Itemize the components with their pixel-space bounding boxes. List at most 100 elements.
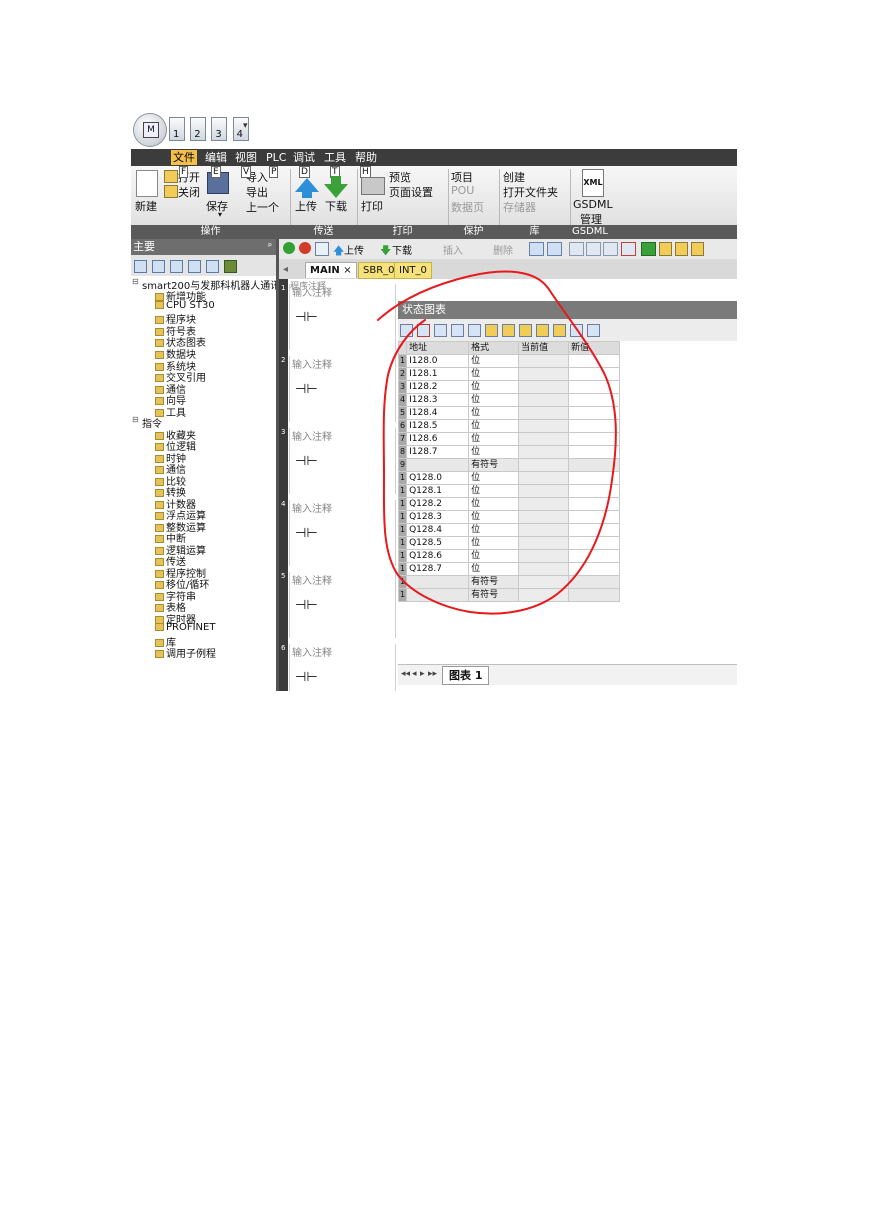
cell-format[interactable]: 位	[468, 393, 520, 407]
cell-new-value[interactable]	[568, 432, 621, 446]
network-5[interactable]: 5 输入注释 ⊣⊢	[281, 572, 396, 638]
cell-format[interactable]: 位	[468, 419, 520, 433]
cell-new-value[interactable]	[568, 549, 621, 563]
unforce-icon[interactable]	[553, 324, 566, 337]
cell-format[interactable]: 位	[468, 432, 520, 446]
cell-address[interactable]	[406, 575, 470, 589]
cell-format[interactable]: 有符号	[468, 458, 520, 472]
toolbar-network2-icon[interactable]	[547, 242, 562, 256]
table-row[interactable]: 8 I128.7 位	[397, 445, 621, 459]
add-icon[interactable]	[400, 324, 413, 337]
next-sheet-icon[interactable]: ▸	[420, 669, 425, 679]
table-row[interactable]: 6 I128.5 位	[397, 419, 621, 433]
menu-view[interactable]: 视图	[233, 150, 259, 165]
menu-file[interactable]: 文件	[171, 150, 197, 165]
table-row[interactable]: 3 I128.2 位	[397, 380, 621, 394]
cell-address[interactable]: Q128.0	[406, 471, 470, 485]
cell-address[interactable]: Q128.3	[406, 510, 470, 524]
cell-format[interactable]: 位	[468, 484, 520, 498]
cell-new-value[interactable]	[568, 406, 621, 420]
new-button[interactable]: 新建	[135, 198, 157, 214]
menu-plc[interactable]: PLC	[264, 150, 288, 165]
library-open-folder-button[interactable]: 打开文件夹	[503, 184, 558, 200]
toolbar-download-button[interactable]: 下载	[392, 242, 412, 257]
unlock-icon[interactable]	[519, 324, 532, 337]
compile-icon[interactable]	[315, 242, 329, 256]
cell-format[interactable]: 位	[468, 380, 520, 394]
network-1[interactable]: 1 输入注释 ⊣⊢	[281, 284, 396, 350]
pause-icon[interactable]	[451, 324, 464, 337]
run-icon[interactable]	[283, 242, 295, 254]
cell-address[interactable]: I128.0	[406, 354, 470, 368]
cell-address[interactable]: I128.2	[406, 380, 470, 394]
network-4[interactable]: 4 输入注释 ⊣⊢	[281, 500, 396, 566]
upload-button[interactable]: 上传	[295, 198, 317, 214]
contact-icon[interactable]: ⊣⊢	[295, 310, 318, 325]
cell-format[interactable]: 有符号	[468, 575, 520, 589]
toolbar-lock2-icon[interactable]	[675, 242, 688, 256]
save-button[interactable]: 保存	[206, 198, 228, 214]
force-icon[interactable]	[536, 324, 549, 337]
start-monitor-icon[interactable]	[434, 324, 447, 337]
cell-format[interactable]: 位	[468, 406, 520, 420]
table-row[interactable]: 1 有符号	[397, 588, 621, 602]
table-row[interactable]: 1 I128.0 位	[397, 354, 621, 368]
cell-format[interactable]: 位	[468, 497, 520, 511]
lock-icon[interactable]	[502, 324, 515, 337]
cell-new-value[interactable]	[568, 523, 621, 537]
network-3[interactable]: 3 输入注释 ⊣⊢	[281, 428, 396, 494]
grid-icon[interactable]	[152, 260, 165, 273]
cell-format[interactable]: 位	[468, 549, 520, 563]
cell-address[interactable]: I128.4	[406, 406, 470, 420]
network-6[interactable]: 6 输入注释 ⊣⊢	[281, 644, 396, 691]
last-sheet-icon[interactable]: ▸▸	[428, 669, 437, 679]
table-row[interactable]: 1 Q128.4 位	[397, 523, 621, 537]
toolbar-network-icon[interactable]	[529, 242, 544, 256]
cell-format[interactable]: 位	[468, 562, 520, 576]
table-row[interactable]: 1 Q128.0 位	[397, 471, 621, 485]
tab-scroll-left-icon[interactable]: ◂	[279, 262, 292, 277]
pencil-icon[interactable]	[485, 324, 498, 337]
toolbar-lock3-icon[interactable]	[691, 242, 704, 256]
cell-format[interactable]: 位	[468, 510, 520, 524]
gsdml-label[interactable]: GSDML	[573, 198, 613, 211]
cell-new-value[interactable]	[568, 380, 621, 394]
cell-address[interactable]	[406, 458, 470, 472]
trend-icon[interactable]	[570, 324, 583, 337]
table-row[interactable]: 1 Q128.2 位	[397, 497, 621, 511]
view-icon[interactable]	[134, 260, 147, 273]
cell-address[interactable]: Q128.7	[406, 562, 470, 576]
page-setup-button[interactable]: 页面设置	[389, 184, 433, 200]
tree-node-profinet[interactable]: PROFINET	[155, 622, 215, 633]
preview-button[interactable]: 预览	[389, 169, 411, 185]
cell-new-value[interactable]	[568, 497, 621, 511]
tab-int0[interactable]: INT_0	[394, 262, 432, 279]
protect-pou-button[interactable]: POU	[451, 184, 474, 197]
cell-address[interactable]: Q128.4	[406, 523, 470, 537]
table-row[interactable]: 1 Q128.1 位	[397, 484, 621, 498]
contact-icon[interactable]: ⊣⊢	[295, 454, 318, 469]
protect-project-button[interactable]: 项目	[451, 169, 473, 185]
cell-format[interactable]: 位	[468, 536, 520, 550]
save-dropdown-icon[interactable]: ▾	[218, 210, 222, 219]
cell-address[interactable]: Q128.1	[406, 484, 470, 498]
contact-icon[interactable]: ⊣⊢	[295, 382, 318, 397]
options-icon[interactable]	[587, 324, 600, 337]
cell-new-value[interactable]	[568, 354, 621, 368]
table-row[interactable]: 1 有符号	[397, 575, 621, 589]
cell-format[interactable]: 位	[468, 367, 520, 381]
cell-address[interactable]: Q128.6	[406, 549, 470, 563]
cell-address[interactable]: Q128.5	[406, 536, 470, 550]
protect-data-page-button[interactable]: 数据页	[451, 199, 484, 215]
table-row[interactable]: 1 Q128.3 位	[397, 510, 621, 524]
contact-icon[interactable]: ⊣⊢	[295, 670, 318, 685]
cell-new-value[interactable]	[568, 419, 621, 433]
toolbar-delete-line-icon[interactable]	[621, 242, 636, 256]
cell-address[interactable]: I128.7	[406, 445, 470, 459]
prev-sheet-icon[interactable]: ◂	[412, 669, 417, 679]
image-icon[interactable]	[206, 260, 219, 273]
table-row[interactable]: 2 I128.1 位	[397, 367, 621, 381]
cell-new-value[interactable]	[568, 588, 621, 602]
quick-access-dropdown-icon[interactable]: ▾	[243, 121, 248, 131]
tab-main[interactable]: MAIN ×	[305, 262, 357, 278]
